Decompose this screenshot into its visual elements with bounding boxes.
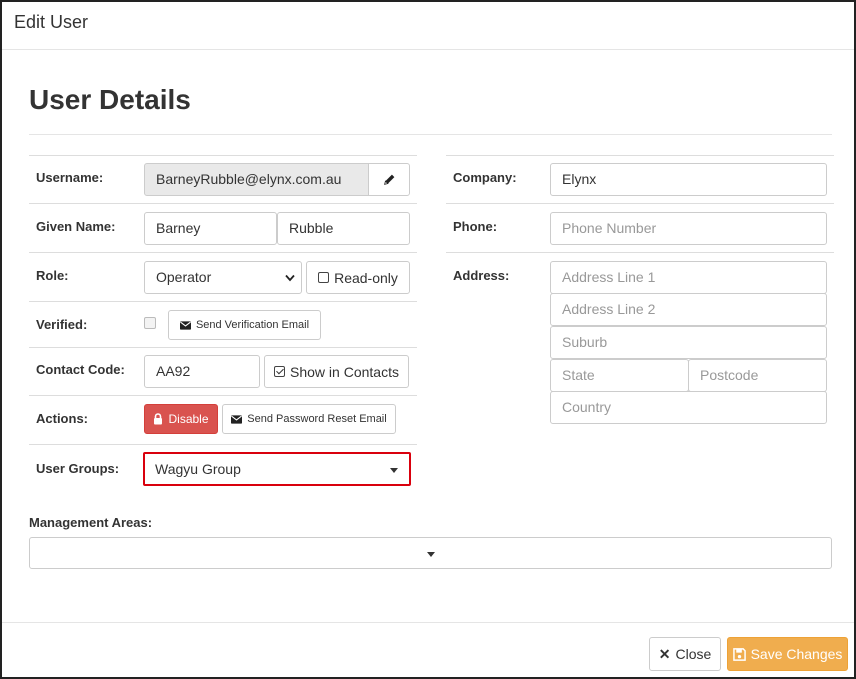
- edit-user-modal: Edit User User Details Username: BarneyR…: [0, 0, 856, 679]
- modal-title: Edit User: [14, 12, 89, 32]
- show-in-contacts-label: Show in Contacts: [290, 363, 399, 380]
- send-password-reset-label: Send Password Reset Email: [247, 413, 387, 425]
- state-field[interactable]: State: [550, 359, 689, 392]
- postcode-field[interactable]: Postcode: [688, 359, 827, 392]
- last-name-field[interactable]: Rubble: [277, 212, 410, 245]
- divider: [29, 395, 417, 396]
- address-line2-field[interactable]: Address Line 2: [550, 293, 827, 326]
- read-only-toggle[interactable]: Read-only: [306, 261, 410, 294]
- divider: [29, 155, 417, 156]
- user-groups-label: User Groups:: [36, 461, 120, 476]
- floppy-disk-icon: [732, 647, 746, 661]
- verified-checkbox[interactable]: [144, 317, 156, 329]
- role-select[interactable]: Operator: [144, 261, 302, 294]
- chevron-down-icon: [285, 274, 295, 282]
- send-password-reset-button[interactable]: Send Password Reset Email: [222, 404, 396, 434]
- title-divider: [29, 134, 832, 135]
- lock-icon: [154, 413, 163, 425]
- divider: [446, 203, 834, 204]
- contact-code-field[interactable]: AA92: [144, 355, 260, 388]
- management-areas-select[interactable]: [29, 537, 832, 569]
- verified-label: Verified:: [36, 317, 88, 332]
- caret-down-icon: [390, 468, 398, 473]
- close-label: Close: [675, 646, 712, 662]
- send-verification-button[interactable]: Send Verification Email: [168, 310, 321, 340]
- checkbox-icon: [318, 272, 330, 283]
- suburb-field[interactable]: Suburb: [550, 326, 827, 359]
- address-label: Address:: [453, 268, 510, 283]
- divider: [446, 252, 834, 253]
- phone-label: Phone:: [453, 219, 498, 234]
- role-selected: Operator: [156, 269, 212, 285]
- user-groups-selected: Wagyu Group: [155, 461, 241, 477]
- save-changes-label: Save Changes: [750, 646, 843, 662]
- checked-box-icon: [274, 366, 286, 377]
- show-in-contacts-toggle[interactable]: Show in Contacts: [264, 355, 409, 388]
- envelope-icon: [179, 320, 191, 330]
- close-icon: ✕: [658, 645, 671, 662]
- divider: [29, 203, 417, 204]
- user-groups-select[interactable]: Wagyu Group: [143, 452, 411, 486]
- disable-button[interactable]: Disable: [144, 404, 218, 434]
- read-only-label: Read-only: [334, 269, 398, 286]
- divider: [446, 155, 834, 156]
- envelope-icon: [231, 414, 243, 424]
- role-label: Role:: [36, 268, 69, 283]
- footer-divider: [2, 622, 854, 623]
- country-field[interactable]: Country: [550, 391, 827, 424]
- given-name-label: Given Name:: [36, 219, 116, 234]
- username-field[interactable]: BarneyRubble@elynx.com.au: [144, 163, 369, 196]
- pencil-icon: [383, 174, 394, 185]
- divider: [29, 444, 417, 445]
- phone-field[interactable]: Phone Number: [550, 212, 827, 245]
- contact-code-label: Contact Code:: [36, 362, 125, 377]
- company-label: Company:: [453, 170, 517, 185]
- username-label: Username:: [36, 170, 104, 185]
- management-areas-label: Management Areas:: [29, 515, 153, 530]
- company-field[interactable]: Elynx: [550, 163, 827, 196]
- address-line1-field[interactable]: Address Line 1: [550, 261, 827, 294]
- divider: [29, 252, 417, 253]
- close-button[interactable]: ✕ Close: [649, 637, 721, 671]
- caret-down-icon: [427, 552, 435, 557]
- divider: [29, 347, 417, 348]
- edit-username-button[interactable]: [368, 163, 410, 196]
- send-verification-label: Send Verification Email: [195, 319, 310, 331]
- first-name-field[interactable]: Barney: [144, 212, 277, 245]
- save-changes-button[interactable]: Save Changes: [727, 637, 848, 671]
- disable-label: Disable: [168, 412, 209, 426]
- divider: [29, 301, 417, 302]
- page-title: User Details: [29, 84, 191, 115]
- modal-header: Edit User: [2, 2, 854, 50]
- actions-label: Actions:: [36, 411, 88, 426]
